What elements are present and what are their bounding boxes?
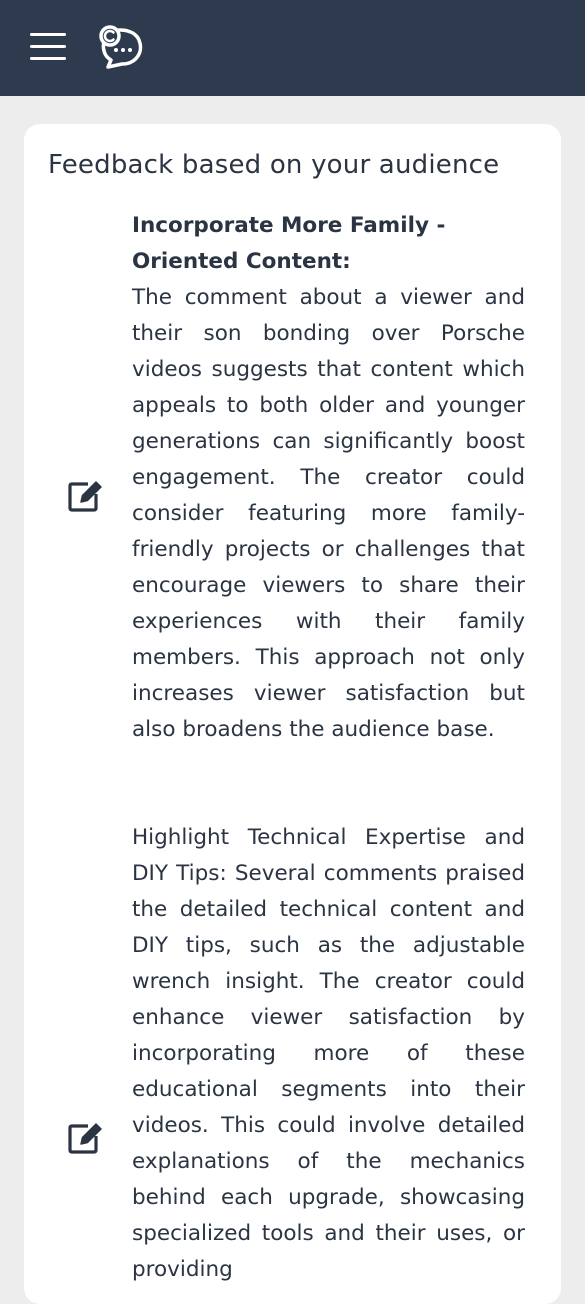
menu-line xyxy=(30,57,66,60)
top-app-bar xyxy=(0,0,585,96)
menu-line xyxy=(30,45,66,48)
hamburger-menu-icon[interactable] xyxy=(28,30,68,64)
feedback-title: Feedback based on your audience xyxy=(48,150,500,180)
feedback-item-body: The comment about a viewer and their son… xyxy=(132,285,525,742)
menu-line xyxy=(30,33,66,36)
feedback-item-text: Highlight Technical Expertise and DIY Ti… xyxy=(132,820,525,1288)
chat-bubble-logo-icon[interactable] xyxy=(94,22,146,72)
feedback-card: Feedback based on your audience Incorpor… xyxy=(24,124,561,1304)
feedback-item-text: Incorporate More Family - Oriented Conte… xyxy=(132,208,525,748)
edit-icon[interactable] xyxy=(66,476,104,514)
edit-icon[interactable] xyxy=(66,1118,104,1156)
feedback-item-heading: Incorporate More Family - Oriented Conte… xyxy=(132,213,446,274)
feedback-item-body: Highlight Technical Expertise and DIY Ti… xyxy=(132,825,525,1282)
